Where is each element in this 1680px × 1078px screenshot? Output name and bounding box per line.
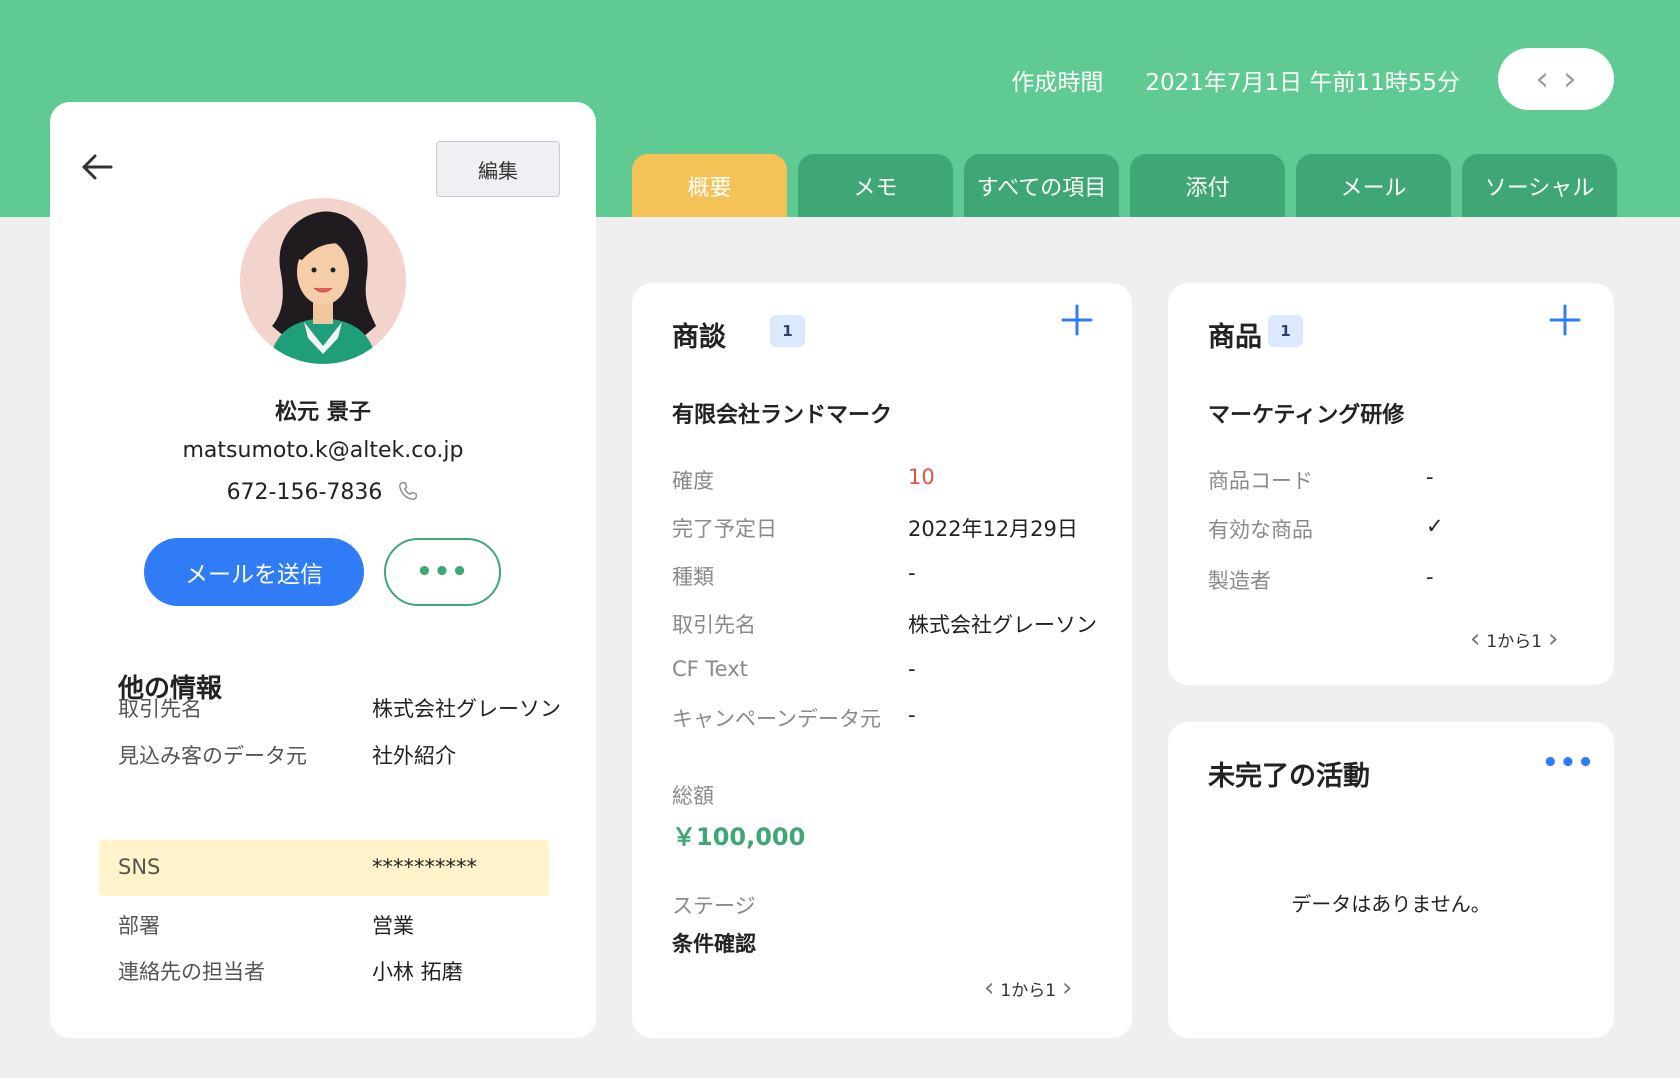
stage-value: 条件確認 <box>672 932 756 956</box>
field-value: - <box>1426 565 1434 589</box>
products-title: 商品 <box>1208 322 1262 353</box>
deal-company[interactable]: 有限会社ランドマーク <box>672 397 892 429</box>
info-key: 部署 <box>118 914 160 938</box>
chevron-right-icon[interactable]: › <box>1563 62 1577 96</box>
back-arrow-icon[interactable] <box>80 152 114 188</box>
contact-name: 松元 景子 <box>275 400 371 425</box>
created-label: 作成時間 <box>1011 70 1104 96</box>
info-value: ********** <box>372 855 477 879</box>
product-name[interactable]: マーケティング研修 <box>1208 397 1404 429</box>
avatar <box>240 198 406 364</box>
info-row-lead-source: 見込み客のデータ元 社外紹介 <box>118 740 588 770</box>
deals-title: 商談 <box>672 322 726 353</box>
tab-all-fields[interactable]: すべての項目 <box>964 154 1119 217</box>
field-key: 種類 <box>672 565 714 589</box>
info-row-sns: SNS ********** <box>118 855 588 879</box>
chevron-left-icon[interactable]: ‹ <box>1470 626 1480 652</box>
field-value: - <box>908 703 916 727</box>
chevron-right-icon[interactable]: › <box>1062 975 1072 1001</box>
field-value: - <box>1426 465 1434 489</box>
tab-attachments[interactable]: 添付 <box>1130 154 1285 217</box>
check-icon: ✓ <box>1426 514 1444 538</box>
contact-email[interactable]: matsumoto.k@altek.co.jp <box>50 438 596 463</box>
product-field-code: 商品コード - <box>1208 465 1434 495</box>
add-product-plus-icon[interactable] <box>1548 303 1582 344</box>
tab-social[interactable]: ソーシャル <box>1462 154 1617 217</box>
activities-more-button[interactable]: ••• <box>1542 748 1595 778</box>
info-row-department: 部署 営業 <box>118 910 588 940</box>
profile-card: 編集 松元 景子 matsumoto.k@altek.co.jp 672-156… <box>50 102 596 1038</box>
tab-overview[interactable]: 概要 <box>632 154 787 217</box>
chevron-left-icon[interactable]: ‹ <box>984 975 994 1001</box>
deal-field-type: 種類 - <box>672 561 916 591</box>
products-count-badge: 1 <box>1268 315 1303 347</box>
tab-bar: 概要 メモ すべての項目 添付 メール ソーシャル <box>632 154 1617 217</box>
info-key: 見込み客のデータ元 <box>118 744 307 768</box>
info-value: 小林 拓磨 <box>372 960 463 984</box>
products-pager-text: 1から1 <box>1486 631 1543 652</box>
deal-field-account: 取引先名 株式会社グレーソン <box>672 609 1097 639</box>
products-pager: ‹ 1から1 › <box>1470 626 1558 652</box>
open-activities-card: 未完了の活動 ••• データはありません。 <box>1168 722 1614 1038</box>
more-actions-button[interactable]: ••• <box>384 538 501 606</box>
total-amount-value: ￥100,000 <box>672 823 806 851</box>
stage-label: ステージ <box>672 894 756 918</box>
deals-pager: ‹ 1から1 › <box>984 975 1072 1001</box>
tab-memo[interactable]: メモ <box>798 154 953 217</box>
phone-icon[interactable] <box>397 480 419 508</box>
chevron-right-icon[interactable]: › <box>1548 626 1558 652</box>
field-value: 株式会社グレーソン <box>908 613 1097 637</box>
created-value: 2021年7月1日 午前11時55分 <box>1145 70 1460 96</box>
deals-pager-text: 1から1 <box>1000 980 1057 1001</box>
deal-field-probability: 確度 10 <box>672 465 935 495</box>
product-field-manufacturer: 製造者 - <box>1208 565 1434 595</box>
products-card: 商品 1 マーケティング研修 商品コード - 有効な商品 ✓ 製造者 - ‹ 1… <box>1168 283 1614 685</box>
tab-mail[interactable]: メール <box>1296 154 1451 217</box>
info-value: 株式会社グレーソン <box>372 697 561 721</box>
empty-state-text: データはありません。 <box>1291 892 1491 916</box>
field-key: キャンペーンデータ元 <box>672 707 881 731</box>
product-field-active: 有効な商品 ✓ <box>1208 514 1444 544</box>
edit-button[interactable]: 編集 <box>436 141 560 197</box>
field-key: 製造者 <box>1208 569 1271 593</box>
deals-count-badge: 1 <box>770 315 805 347</box>
contact-phone-row: 672-156-7836 <box>50 480 596 508</box>
field-value: 2022年12月29日 <box>908 517 1078 541</box>
field-value: - <box>908 657 916 681</box>
add-deal-plus-icon[interactable] <box>1060 303 1094 344</box>
chevron-left-icon[interactable]: ‹ <box>1535 62 1549 96</box>
contact-phone[interactable]: 672-156-7836 <box>227 480 383 505</box>
field-value: 10 <box>908 465 935 489</box>
field-key: 確度 <box>672 469 714 493</box>
field-value: - <box>908 561 916 585</box>
created-time: 作成時間 2021年7月1日 午前11時55分 <box>1011 63 1460 97</box>
info-value: 営業 <box>372 914 414 938</box>
field-key: 有効な商品 <box>1208 518 1313 542</box>
info-value: 社外紹介 <box>372 744 456 768</box>
info-key: 取引先名 <box>118 697 202 721</box>
info-key: SNS <box>118 855 161 879</box>
send-email-button[interactable]: メールを送信 <box>144 538 364 606</box>
deal-field-close-date: 完了予定日 2022年12月29日 <box>672 513 1078 543</box>
total-amount-label: 総額 <box>672 784 714 808</box>
field-key: 取引先名 <box>672 613 756 637</box>
field-key: 商品コード <box>1208 469 1313 493</box>
activities-title: 未完了の活動 <box>1208 761 1370 792</box>
deal-field-campaign-source: キャンペーンデータ元 - <box>672 703 916 733</box>
record-navigator: ‹ › <box>1498 48 1614 110</box>
deals-card: 商談 1 有限会社ランドマーク 確度 10 完了予定日 2022年12月29日 … <box>632 283 1132 1038</box>
deal-field-cf-text: CF Text - <box>672 657 916 681</box>
info-row-account: 取引先名 株式会社グレーソン <box>118 693 588 723</box>
field-key: 完了予定日 <box>672 517 777 541</box>
field-key: CF Text <box>672 657 748 681</box>
info-key: 連絡先の担当者 <box>118 960 265 984</box>
info-row-owner: 連絡先の担当者 小林 拓磨 <box>118 956 588 986</box>
